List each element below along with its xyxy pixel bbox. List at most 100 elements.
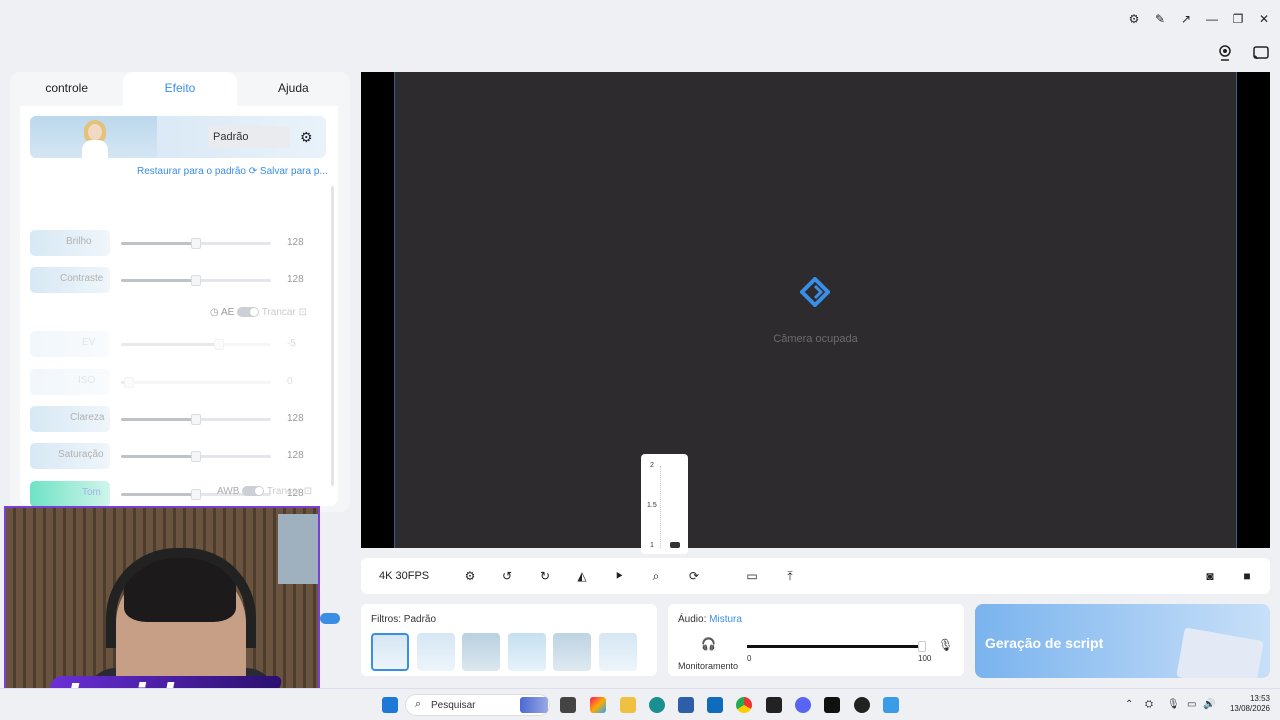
ae-label: AE (220, 307, 235, 318)
toggle-switch[interactable] (320, 613, 340, 624)
minimize-icon[interactable]: — (1206, 12, 1218, 26)
ae-row: ◷ AE Trancar ⊡ (210, 307, 307, 318)
preset-card[interactable]: Padrão ⚙ (30, 116, 326, 158)
chrome-icon[interactable] (736, 697, 752, 713)
control-value: 128 (287, 274, 304, 285)
awb-toggle[interactable] (242, 486, 265, 497)
frame-icon[interactable]: ▭ (743, 567, 761, 585)
tab-bar: controle Efeito Ajuda (10, 72, 350, 106)
start-icon[interactable] (382, 697, 398, 713)
zoom-popup[interactable]: 2 1.5 1 (641, 454, 688, 554)
awb-lock-label: Trancar (266, 486, 301, 497)
refresh-icon[interactable]: ⟳ (685, 567, 703, 585)
rotate-right-icon[interactable]: ↻ (536, 567, 554, 585)
microphone-icon[interactable]: 🎙 (938, 638, 953, 652)
filter-thumb[interactable] (462, 633, 500, 671)
filter-thumb[interactable] (371, 633, 409, 671)
filters-panel: Filtros: Padrão (361, 604, 657, 676)
capcut-icon[interactable] (766, 697, 782, 713)
refresh-icon[interactable]: ⟳ (249, 166, 260, 177)
record-icon[interactable]: ■ (1238, 567, 1256, 585)
rotate-left-icon[interactable]: ↺ (498, 567, 516, 585)
tab-ajuda[interactable]: Ajuda (237, 72, 350, 106)
panel-scrollbar[interactable] (331, 186, 334, 486)
ev-slider[interactable] (121, 339, 271, 350)
snapshot-icon[interactable]: ◙ (1201, 567, 1219, 585)
control-clareza: Clareza 128 (30, 406, 326, 434)
filter-thumb[interactable] (417, 633, 455, 671)
preview-area: Câmera ocupada (394, 72, 1237, 548)
effect-panel: Padrão ⚙ Restaurar para o padrão ⟳ Salva… (20, 106, 338, 507)
microphone-icon[interactable]: 🎙 (1167, 699, 1180, 710)
copilot-icon[interactable] (590, 697, 606, 713)
display-icon[interactable]: ▭ (1187, 699, 1196, 710)
shelf (278, 514, 318, 584)
network-icon[interactable]: ⛭ (1145, 699, 1153, 710)
flip-icon[interactable]: ⯈ (610, 567, 628, 585)
saturacao-slider[interactable] (121, 451, 271, 462)
settings-icon[interactable]: ⚙ (461, 567, 479, 585)
share-icon[interactable]: ↗ (1180, 12, 1192, 26)
volume-max: 100 (918, 654, 932, 663)
lock-icon[interactable]: ⊡ (304, 486, 312, 497)
maximize-icon[interactable]: ❐ (1232, 12, 1244, 26)
control-brilho: Brilho 128 (30, 230, 326, 258)
mirror-icon[interactable]: ◭ (573, 567, 591, 585)
resolution-label[interactable]: 4K 30FPS (379, 570, 429, 582)
preset-select[interactable]: Padrão (208, 126, 290, 148)
pen-icon[interactable]: ✎ (1154, 12, 1166, 26)
file-explorer-icon[interactable] (620, 697, 636, 713)
gear-icon[interactable]: ⚙ (300, 129, 313, 146)
control-value: 0 (287, 376, 293, 387)
volume-icon[interactable]: 🔊 (1203, 699, 1215, 710)
volume-slider[interactable] (747, 645, 922, 648)
cast-icon[interactable] (1252, 44, 1270, 62)
contraste-slider[interactable] (121, 275, 271, 286)
iso-slider[interactable] (121, 377, 271, 388)
control-thumb: Brilho (30, 230, 110, 256)
clock-date: 13/08/2026 (1229, 704, 1270, 713)
obs-icon[interactable] (854, 697, 870, 713)
filter-thumb[interactable] (508, 633, 546, 671)
awb-label: AWB (217, 486, 240, 497)
clock-icon: ◷ (210, 307, 221, 318)
store-icon[interactable] (678, 697, 694, 713)
tab-controle[interactable]: controle (10, 72, 123, 106)
discord-icon[interactable] (795, 697, 811, 713)
window-controls: ⚙ ✎ ↗ — ❐ ✕ (1128, 12, 1270, 26)
zoom-tick: 1 (650, 542, 654, 549)
clock-time: 13:53 (1249, 694, 1270, 703)
filters-value: Padrão (403, 614, 437, 625)
camera-app-icon[interactable] (883, 697, 899, 713)
lock-icon[interactable]: ⊡ (299, 307, 307, 318)
save-link[interactable]: Salvar para p... (260, 166, 328, 177)
filter-thumb[interactable] (553, 633, 591, 671)
zoom-icon[interactable]: ⌕ (647, 567, 665, 585)
camera-logo-icon (800, 277, 830, 307)
brilho-slider[interactable] (121, 238, 271, 249)
volume-knob[interactable] (918, 641, 926, 652)
task-view-icon[interactable] (560, 697, 576, 713)
clareza-slider[interactable] (121, 414, 271, 425)
script-generation-banner[interactable]: Geração de script (975, 604, 1270, 678)
close-icon[interactable]: ✕ (1258, 12, 1270, 26)
zoom-track[interactable] (660, 466, 668, 548)
widget-icon[interactable] (520, 697, 548, 713)
filter-thumb[interactable] (599, 633, 637, 671)
ae-toggle[interactable] (237, 307, 260, 318)
outlook-icon[interactable] (707, 697, 723, 713)
clock[interactable]: 13:53 13/08/2026 (1230, 694, 1270, 714)
capcut-icon[interactable] (824, 697, 840, 713)
zoom-knob[interactable] (670, 542, 680, 548)
monitor-label: Monitoramento (678, 661, 739, 671)
chevron-up-icon[interactable]: ⌃ (1125, 699, 1133, 710)
tab-efeito[interactable]: Efeito (123, 72, 237, 106)
settings-icon[interactable]: ⚙ (1128, 12, 1140, 26)
edge-icon[interactable] (649, 697, 665, 713)
settings-panel: controle Efeito Ajuda Padrão ⚙ Restaurar… (10, 72, 350, 512)
audio-mode[interactable]: Mistura (709, 614, 742, 625)
webcam-icon[interactable] (1216, 44, 1234, 62)
headphones-icon[interactable]: 🎧 (701, 637, 716, 651)
align-top-icon[interactable]: ⤒ (781, 567, 799, 585)
restore-default-link[interactable]: Restaurar para o padrão (137, 166, 246, 177)
